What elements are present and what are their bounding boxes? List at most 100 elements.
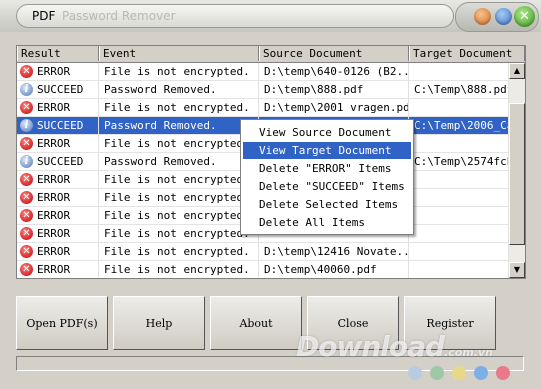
scroll-up-icon[interactable]: ▲ bbox=[509, 63, 525, 79]
result-cell: i SUCCEED bbox=[17, 81, 99, 98]
result-label: ERROR bbox=[37, 263, 71, 276]
info-icon: i bbox=[20, 155, 33, 168]
source-cell: D:\temp\2001 vragen.pdf bbox=[259, 99, 409, 116]
error-icon: ✕ bbox=[20, 191, 33, 204]
watermark-text: Download bbox=[296, 330, 445, 363]
result-cell: ✕ ERROR bbox=[17, 189, 99, 206]
context-menu-item[interactable]: Delete "SUCCEED" Items bbox=[243, 178, 411, 195]
result-label: ERROR bbox=[37, 101, 71, 114]
column-header-event[interactable]: Event bbox=[99, 46, 259, 61]
watermark-logo: Download.com.vn bbox=[296, 330, 493, 363]
close-icon[interactable]: ✕ bbox=[514, 6, 535, 27]
source-cell: D:\temp\888.pdf bbox=[259, 81, 409, 98]
result-cell: i SUCCEED bbox=[17, 117, 99, 134]
scroll-thumb[interactable] bbox=[509, 103, 525, 245]
event-cell: File is not encrypted. bbox=[99, 171, 259, 188]
result-label: SUCCEED bbox=[37, 155, 84, 168]
target-cell bbox=[409, 207, 509, 224]
result-cell: i SUCCEED bbox=[17, 153, 99, 170]
vertical-scrollbar[interactable]: ▲ ▼ bbox=[509, 63, 525, 278]
target-cell bbox=[409, 63, 509, 80]
result-cell: ✕ ERROR bbox=[17, 225, 99, 242]
maximize-icon[interactable] bbox=[495, 8, 512, 25]
minimize-icon[interactable] bbox=[474, 8, 491, 25]
window-controls: ✕ bbox=[455, 2, 539, 32]
table-row[interactable]: ✕ ERROR File is not encrypted. D:\temp\2001… bbox=[17, 99, 509, 117]
result-cell: ✕ ERROR bbox=[17, 261, 99, 278]
event-cell: File is not encrypted. bbox=[99, 243, 259, 260]
info-icon: i bbox=[20, 119, 33, 132]
context-menu-item[interactable]: View Source Document bbox=[243, 124, 411, 141]
source-cell: D:\temp\640-0126 (B2... bbox=[259, 63, 409, 80]
result-cell: ✕ ERROR bbox=[17, 243, 99, 260]
error-icon: ✕ bbox=[20, 173, 33, 186]
watermark-dot bbox=[474, 366, 488, 380]
about-button[interactable]: About bbox=[210, 296, 302, 350]
info-icon: i bbox=[20, 83, 33, 96]
result-label: ERROR bbox=[37, 65, 71, 78]
target-cell bbox=[409, 99, 509, 116]
source-cell: D:\temp\12416 Novate... bbox=[259, 243, 409, 260]
event-cell: File is not encrypted. bbox=[99, 225, 259, 242]
source-cell: D:\temp\40060.pdf bbox=[259, 261, 409, 278]
target-cell bbox=[409, 261, 509, 278]
watermark-suffix: .com.vn bbox=[444, 346, 493, 359]
event-cell: Password Removed. bbox=[99, 153, 259, 170]
result-label: ERROR bbox=[37, 245, 71, 258]
window-title: PDF bbox=[32, 9, 56, 23]
target-cell bbox=[409, 243, 509, 260]
event-cell: File is not encrypted. bbox=[99, 207, 259, 224]
context-menu-item[interactable]: Delete All Items bbox=[243, 214, 411, 231]
table-row[interactable]: ✕ ERROR File is not encrypted. D:\temp\4006… bbox=[17, 261, 509, 278]
target-cell: C:\Temp\2006_Cat bbox=[409, 117, 509, 134]
column-header-target[interactable]: Target Document bbox=[409, 46, 525, 61]
error-icon: ✕ bbox=[20, 263, 33, 276]
context-menu-item[interactable]: View Target Document bbox=[243, 142, 411, 159]
error-icon: ✕ bbox=[20, 101, 33, 114]
window-title-faded: Password Remover bbox=[62, 9, 176, 23]
error-icon: ✕ bbox=[20, 245, 33, 258]
result-label: ERROR bbox=[37, 209, 71, 222]
column-header-result[interactable]: Result bbox=[17, 46, 99, 61]
result-cell: ✕ ERROR bbox=[17, 207, 99, 224]
event-cell: File is not encrypted. bbox=[99, 99, 259, 116]
context-menu-item[interactable]: Delete Selected Items bbox=[243, 196, 411, 213]
table-row[interactable]: ✕ ERROR File is not encrypted. D:\temp\640-… bbox=[17, 63, 509, 81]
watermark-dot bbox=[430, 366, 444, 380]
grid-header: Result Event Source Document Target Docu… bbox=[17, 46, 525, 63]
watermark-dot bbox=[452, 366, 466, 380]
context-menu: View Source Document View Target Document… bbox=[240, 119, 414, 235]
error-icon: ✕ bbox=[20, 65, 33, 78]
target-cell bbox=[409, 171, 509, 188]
result-label: ERROR bbox=[37, 173, 71, 186]
event-cell: File is not encrypted. bbox=[99, 261, 259, 278]
event-cell: File is not encrypted. bbox=[99, 189, 259, 206]
target-cell bbox=[409, 189, 509, 206]
table-row[interactable]: i SUCCEED Password Removed. D:\temp\888.pdf… bbox=[17, 81, 509, 99]
result-label: SUCCEED bbox=[37, 119, 84, 132]
column-header-source[interactable]: Source Document bbox=[259, 46, 409, 61]
scroll-down-icon[interactable]: ▼ bbox=[509, 262, 525, 278]
open-pdfs-button[interactable]: Open PDF(s) bbox=[16, 296, 108, 350]
error-icon: ✕ bbox=[20, 137, 33, 150]
result-label: ERROR bbox=[37, 137, 71, 150]
result-label: ERROR bbox=[37, 227, 71, 240]
target-cell bbox=[409, 135, 509, 152]
event-cell: File is not encrypted. bbox=[99, 63, 259, 80]
table-row[interactable]: ✕ ERROR File is not encrypted. D:\temp\1241… bbox=[17, 243, 509, 261]
result-cell: ✕ ERROR bbox=[17, 99, 99, 116]
title-bar: PDF Password Remover ✕ bbox=[0, 0, 541, 32]
target-cell: C:\Temp\2574fcb0 bbox=[409, 153, 509, 170]
error-icon: ✕ bbox=[20, 227, 33, 240]
error-icon: ✕ bbox=[20, 209, 33, 222]
watermark-dot bbox=[496, 366, 510, 380]
result-label: ERROR bbox=[37, 191, 71, 204]
target-cell bbox=[409, 225, 509, 242]
event-cell: Password Removed. bbox=[99, 81, 259, 98]
watermark-dot bbox=[408, 366, 422, 380]
context-menu-item[interactable]: Delete "ERROR" Items bbox=[243, 160, 411, 177]
event-cell: File is not encrypted. bbox=[99, 135, 259, 152]
help-button[interactable]: Help bbox=[113, 296, 205, 350]
result-cell: ✕ ERROR bbox=[17, 171, 99, 188]
result-cell: ✕ ERROR bbox=[17, 63, 99, 80]
